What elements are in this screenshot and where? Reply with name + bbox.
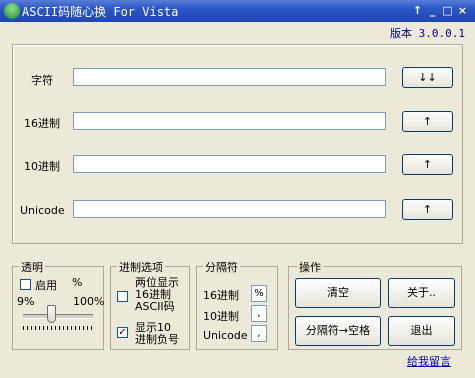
sep-unicode-label: Unicode xyxy=(203,329,248,342)
transparency-enable-label: 启用 xyxy=(35,279,57,292)
min-label: 9% xyxy=(17,295,35,308)
minimize-button[interactable]: _ xyxy=(425,3,440,18)
slider-ticks xyxy=(23,326,95,330)
feedback-link[interactable]: 给我留言 xyxy=(407,353,451,369)
sep-hex-input[interactable]: % xyxy=(251,285,267,302)
transparency-legend: 透明 xyxy=(19,259,45,275)
close-button[interactable]: × xyxy=(455,3,470,18)
unicode-input[interactable] xyxy=(73,200,386,218)
char-label: 字符 xyxy=(31,74,53,87)
hex-label: 16进制 xyxy=(24,117,60,130)
char-input[interactable] xyxy=(73,68,386,86)
sep-dec-label: 10进制 xyxy=(203,310,239,323)
sep-hex-label: 16进制 xyxy=(203,289,239,302)
sep-dec-input[interactable]: , xyxy=(251,305,267,322)
exit-button[interactable]: 退出 xyxy=(388,316,455,346)
dec-input[interactable] xyxy=(73,155,386,173)
percent-sign: % xyxy=(72,276,83,289)
app-icon xyxy=(4,3,20,19)
show-negative-label: 显示10 进制负号 xyxy=(135,321,179,346)
hex-input[interactable] xyxy=(73,112,386,130)
convert-char-button[interactable]: ↓↓ xyxy=(402,67,453,88)
unicode-label: Unicode xyxy=(20,204,65,217)
convert-hex-button[interactable]: ↑ xyxy=(402,111,453,132)
radix-options-legend: 进制选项 xyxy=(117,259,165,275)
transparency-group: 透明 启用 % 9% 100% xyxy=(12,259,105,350)
window-title: ASCII码随心换 For Vista xyxy=(22,5,179,19)
radix-options-group: 进制选项 两位显示 16进制 ASCII码 ✓ 显示10 进制负号 xyxy=(110,259,190,350)
two-digit-hex-label: 两位显示 16进制 ASCII码 xyxy=(135,276,179,313)
sep-unicode-input[interactable]: , xyxy=(251,325,267,342)
separator-to-space-button[interactable]: 分隔符→空格 xyxy=(295,316,381,346)
show-negative-checkbox[interactable]: ✓ xyxy=(117,327,128,338)
max-label: 100% xyxy=(73,295,105,308)
dec-label: 10进制 xyxy=(24,160,60,173)
about-button[interactable]: 关于.. xyxy=(388,278,455,308)
always-on-top-button[interactable]: ↑ xyxy=(410,3,425,18)
clear-button[interactable]: 清空 xyxy=(295,278,381,308)
slider-track xyxy=(23,314,93,319)
separator-legend: 分隔符 xyxy=(203,259,240,275)
two-digit-hex-checkbox[interactable] xyxy=(117,291,128,302)
title-bar: ASCII码随心换 For Vista ↑ _ □ × xyxy=(0,0,475,22)
version-label: 版本 3.0.0.1 xyxy=(390,27,465,40)
convert-dec-button[interactable]: ↑ xyxy=(402,154,453,175)
operations-legend: 操作 xyxy=(297,259,323,275)
maximize-button[interactable]: □ xyxy=(440,3,455,18)
convert-unicode-button[interactable]: ↑ xyxy=(402,199,453,220)
transparency-enable-checkbox[interactable] xyxy=(20,279,31,290)
transparency-slider-thumb[interactable] xyxy=(47,305,56,323)
